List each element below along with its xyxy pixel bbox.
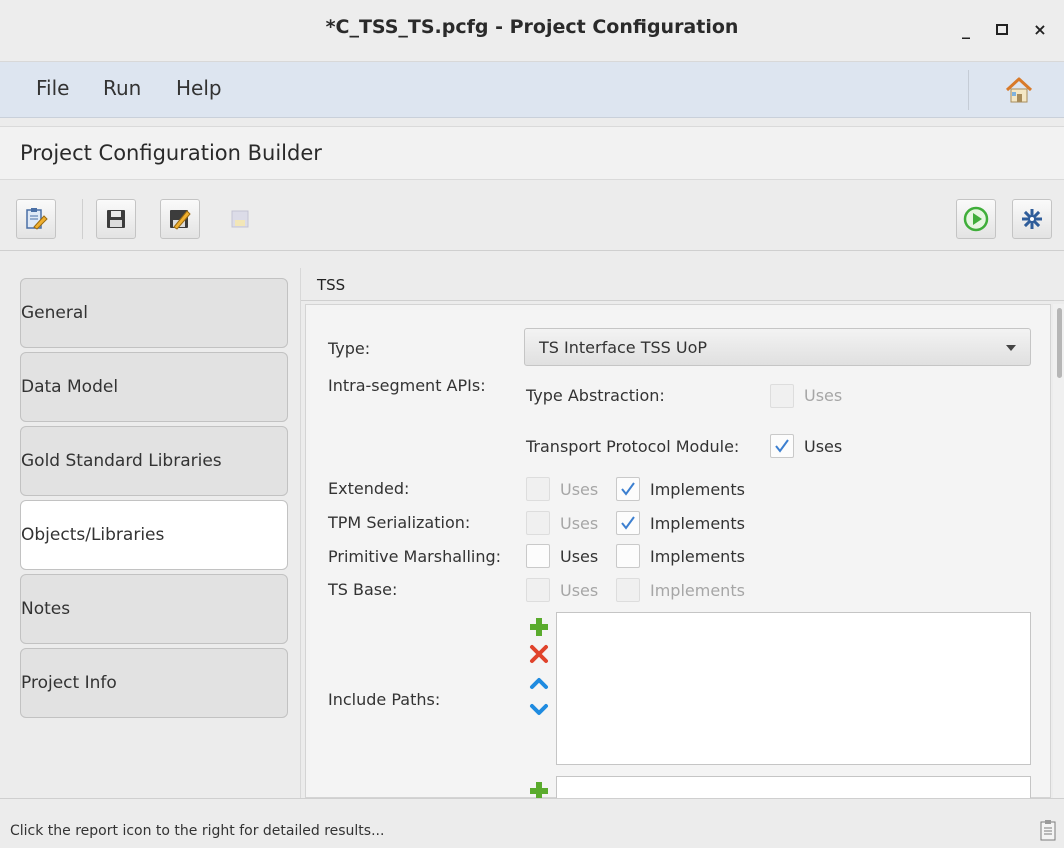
window-titlebar: *C_TSS_TS.pcfg - Project Configuration _… xyxy=(0,0,1064,62)
nav-tab-data-model[interactable]: Data Model xyxy=(20,352,288,422)
ts-base-uses-checkbox[interactable] xyxy=(526,578,550,602)
intra-segment-label: Intra-segment APIs: xyxy=(328,376,486,395)
nav-tab-gold-standard-libraries[interactable]: Gold Standard Libraries xyxy=(20,426,288,496)
section-divider xyxy=(301,300,1064,301)
type-label: Type: xyxy=(328,339,371,358)
nav-tab-objects-libraries[interactable]: Objects/Libraries xyxy=(20,500,288,570)
extended-label: Extended: xyxy=(328,479,410,498)
nav-tab-label: Objects/Libraries xyxy=(21,525,165,545)
home-icon[interactable] xyxy=(1004,76,1034,104)
nav-tab-label: Project Info xyxy=(21,673,117,693)
nav-tab-notes[interactable]: Notes xyxy=(20,574,288,644)
save-icon xyxy=(107,210,125,228)
type-select-value: TS Interface TSS UoP xyxy=(539,338,708,357)
menu-run[interactable]: Run xyxy=(103,76,141,100)
primitive-marshalling-label: Primitive Marshalling: xyxy=(328,547,502,566)
run-icon xyxy=(963,206,989,232)
extended-implements-checkbox[interactable] xyxy=(616,477,640,501)
nav-tab-label: Gold Standard Libraries xyxy=(21,451,222,471)
status-message: Click the report icon to the right for d… xyxy=(10,823,385,839)
check-icon xyxy=(621,482,635,496)
check-icon xyxy=(775,439,789,453)
maximize-button[interactable] xyxy=(990,18,1014,42)
status-bar: Click the report icon to the right for d… xyxy=(0,798,1064,848)
nav-tab-label: Data Model xyxy=(21,377,119,397)
ts-base-uses-label: Uses xyxy=(560,581,599,600)
nav-tab-general[interactable]: General xyxy=(20,278,288,348)
save-as-button[interactable] xyxy=(160,199,200,239)
report-icon[interactable] xyxy=(1040,819,1056,841)
run-button[interactable] xyxy=(956,199,996,239)
nav-panel: General Data Model Gold Standard Librari… xyxy=(0,262,300,798)
include-paths-list[interactable] xyxy=(556,612,1031,765)
type-abstraction-label: Type Abstraction: xyxy=(526,386,665,405)
scroll-thumb[interactable] xyxy=(1057,308,1062,378)
tpm-serialization-uses-label: Uses xyxy=(560,514,599,533)
edit-button[interactable] xyxy=(16,199,56,239)
ts-base-implements-label: Implements xyxy=(650,581,745,600)
settings-button[interactable] xyxy=(1012,199,1052,239)
secondary-list[interactable] xyxy=(556,776,1031,798)
tpm-serialization-label: TPM Serialization: xyxy=(328,513,471,532)
window-title: *C_TSS_TS.pcfg - Project Configuration xyxy=(325,16,739,38)
maximize-icon xyxy=(996,24,1008,35)
close-button[interactable]: × xyxy=(1028,18,1052,42)
primitive-marshalling-uses-checkbox[interactable] xyxy=(526,544,550,568)
menu-separator xyxy=(968,70,969,110)
type-abstraction-uses-label: Uses xyxy=(804,386,843,405)
settings-icon xyxy=(1022,209,1042,229)
vertical-scrollbar[interactable] xyxy=(1053,304,1064,798)
tpm-serialization-uses-checkbox[interactable] xyxy=(526,511,550,535)
nav-tab-label: General xyxy=(21,303,88,323)
add-icon[interactable] xyxy=(528,616,550,638)
minimize-button[interactable]: _ xyxy=(954,18,978,42)
tpm-label: Transport Protocol Module: xyxy=(526,437,740,456)
menu-help[interactable]: Help xyxy=(176,76,222,100)
primitive-marshalling-implements-label: Implements xyxy=(650,547,745,566)
include-paths-label: Include Paths: xyxy=(328,690,441,709)
toolbar-separator xyxy=(82,199,83,239)
primitive-marshalling-implements-checkbox[interactable] xyxy=(616,544,640,568)
extended-uses-label: Uses xyxy=(560,480,599,499)
menu-bar: File Run Help xyxy=(0,62,1064,118)
disabled-save-icon xyxy=(231,210,249,228)
move-down-icon[interactable] xyxy=(528,698,550,720)
nav-tab-label: Notes xyxy=(21,599,71,619)
tpm-serialization-implements-checkbox[interactable] xyxy=(616,511,640,535)
type-abstraction-uses-checkbox[interactable] xyxy=(770,384,794,408)
extended-implements-label: Implements xyxy=(650,480,745,499)
ts-base-label: TS Base: xyxy=(328,580,398,599)
toolbar xyxy=(0,191,1064,251)
primitive-marshalling-uses-label: Uses xyxy=(560,547,599,566)
type-select[interactable]: TS Interface TSS UoP xyxy=(524,328,1031,366)
save-button[interactable] xyxy=(96,199,136,239)
builder-header: Project Configuration Builder xyxy=(0,126,1064,180)
save-as-icon xyxy=(170,210,191,230)
extended-uses-checkbox[interactable] xyxy=(526,477,550,501)
tpm-uses-label: Uses xyxy=(804,437,843,456)
builder-title: Project Configuration Builder xyxy=(20,141,322,165)
remove-icon[interactable] xyxy=(528,643,550,665)
check-icon xyxy=(621,516,635,530)
ts-base-implements-checkbox[interactable] xyxy=(616,578,640,602)
nav-tab-project-info[interactable]: Project Info xyxy=(20,648,288,718)
menu-file[interactable]: File xyxy=(36,76,69,100)
disabled-save-button[interactable] xyxy=(220,199,260,239)
move-up-icon[interactable] xyxy=(528,672,550,694)
tpm-uses-checkbox[interactable] xyxy=(770,434,794,458)
tpm-serialization-implements-label: Implements xyxy=(650,514,745,533)
section-title: TSS xyxy=(317,276,346,294)
chevron-down-icon xyxy=(1006,345,1016,351)
edit-icon xyxy=(26,208,48,230)
